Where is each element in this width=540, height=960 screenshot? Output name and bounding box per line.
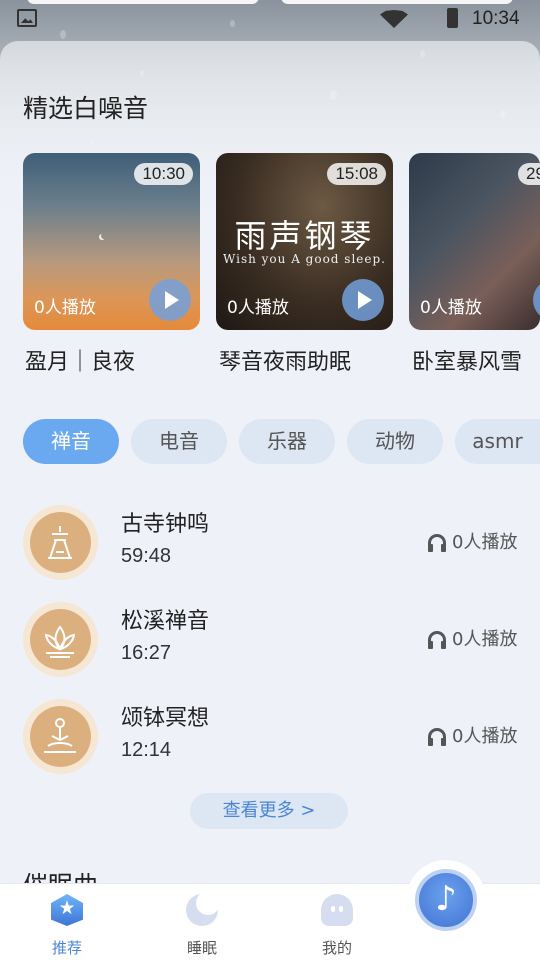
card-duration: 15:08 xyxy=(327,163,386,185)
moon-decoration xyxy=(101,233,107,239)
category-chip[interactable]: 乐器 xyxy=(239,419,335,464)
star-icon xyxy=(51,894,83,926)
category-chip[interactable]: 动物 xyxy=(347,419,443,464)
category-chip[interactable]: asmr xyxy=(455,419,540,464)
play-icon[interactable] xyxy=(533,279,540,321)
status-time: 10:34 xyxy=(472,8,520,29)
card-duration: 29 xyxy=(518,163,540,185)
nav-item-recommend[interactable]: 推荐 xyxy=(27,884,107,960)
card-title: 琴音夜雨助眠 xyxy=(219,350,352,375)
music-note-icon xyxy=(415,869,477,931)
card-overlay-subtitle: Wish you A good sleep. xyxy=(222,252,386,266)
category-chip[interactable]: 电音 xyxy=(131,419,227,464)
track-duration: 59:48 xyxy=(121,545,172,567)
play-icon[interactable] xyxy=(342,279,384,321)
wifi-icon xyxy=(380,10,408,28)
status-bar: 10:34 xyxy=(0,0,540,38)
headphone-icon xyxy=(428,728,446,746)
meditation-icon xyxy=(44,718,76,753)
white-noise-card[interactable]: 29 0人播放 xyxy=(409,153,540,330)
track-plays: 0人播放 xyxy=(428,722,517,748)
card-duration: 10:30 xyxy=(134,163,193,185)
list-item[interactable]: 松溪禅音 16:27 0人播放 xyxy=(0,599,540,679)
list-item[interactable]: 古寺钟鸣 59:48 0人播放 xyxy=(0,502,540,582)
lotus-icon xyxy=(44,625,76,658)
track-avatar xyxy=(23,602,98,677)
section-title: 精选白噪音 xyxy=(23,94,149,123)
nav-item-mine[interactable]: 我的 xyxy=(297,884,377,960)
status-pill-right xyxy=(281,0,513,4)
card-plays: 0人播放 xyxy=(34,298,96,318)
moon-icon xyxy=(186,891,220,926)
headphone-icon xyxy=(428,534,446,552)
track-plays: 0人播放 xyxy=(428,528,517,554)
track-title: 松溪禅音 xyxy=(121,609,210,634)
see-more-button[interactable]: 查看更多 > xyxy=(190,793,348,829)
white-noise-card[interactable]: 15:08 雨声钢琴 Wish you A good sleep. 0人播放 xyxy=(216,153,393,330)
music-player-button[interactable] xyxy=(406,860,486,940)
temple-icon xyxy=(48,526,72,559)
image-icon xyxy=(17,9,37,27)
track-title: 古寺钟鸣 xyxy=(121,512,210,537)
nav-label: 推荐 xyxy=(51,939,82,957)
track-avatar xyxy=(23,699,98,774)
card-title: 卧室暴风雪 xyxy=(412,350,523,375)
card-title: 盈月｜良夜 xyxy=(25,350,136,375)
content-sheet: 精选白噪音 10:30 0人播放 盈月｜良夜 15:08 雨声钢琴 Wish y… xyxy=(0,41,540,960)
nav-label: 我的 xyxy=(321,939,352,957)
track-plays: 0人播放 xyxy=(428,625,517,651)
card-plays: 0人播放 xyxy=(227,298,289,318)
status-pill-left xyxy=(27,0,259,4)
list-item[interactable]: 颂钵冥想 12:14 0人播放 xyxy=(0,696,540,776)
play-icon[interactable] xyxy=(149,279,191,321)
category-chip[interactable]: 禅音 xyxy=(23,419,119,464)
card-plays: 0人播放 xyxy=(420,298,482,318)
track-duration: 12:14 xyxy=(121,739,172,761)
ghost-icon xyxy=(321,894,353,926)
card-overlay-title: 雨声钢琴 xyxy=(234,217,375,255)
track-avatar xyxy=(23,505,98,580)
headphone-icon xyxy=(428,631,446,649)
nav-item-sleep[interactable]: 睡眠 xyxy=(162,884,242,960)
nav-label: 睡眠 xyxy=(186,939,217,957)
white-noise-card[interactable]: 10:30 0人播放 xyxy=(23,153,200,330)
track-title: 颂钵冥想 xyxy=(121,706,210,731)
battery-icon xyxy=(447,8,458,28)
track-duration: 16:27 xyxy=(121,642,172,664)
